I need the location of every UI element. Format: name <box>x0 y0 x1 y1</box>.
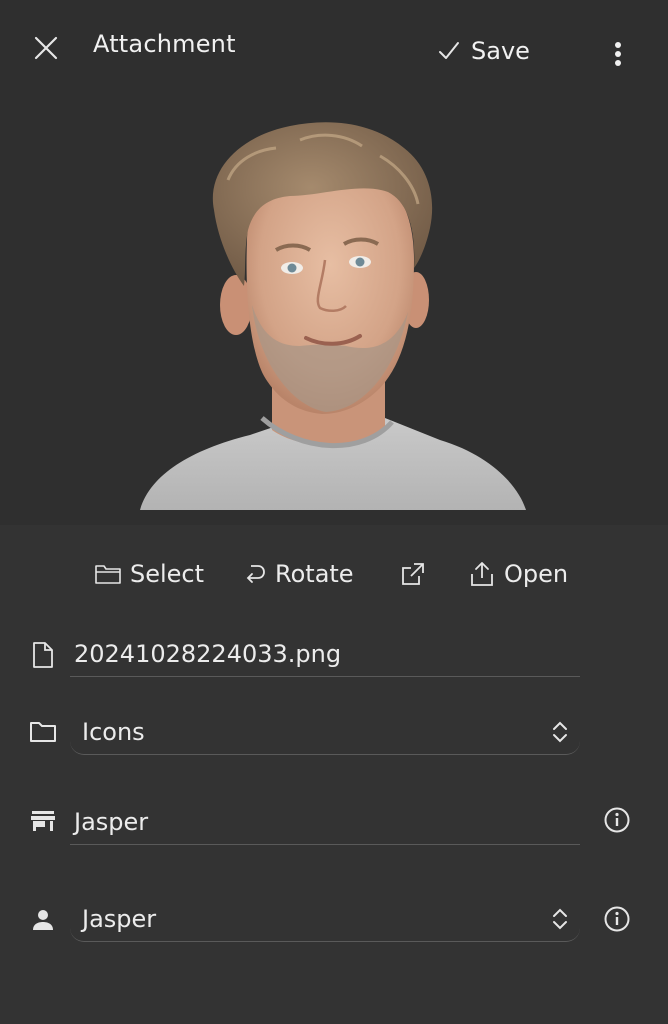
more-options-button[interactable] <box>600 36 636 72</box>
file-icon <box>28 640 58 670</box>
folder-value: Icons <box>82 718 145 746</box>
page-title: Attachment <box>93 30 236 58</box>
store-field[interactable]: Jasper <box>70 800 580 845</box>
unfold-icon <box>553 721 567 743</box>
close-button[interactable] <box>26 28 66 68</box>
image-preview[interactable] <box>0 100 668 525</box>
external-link-icon <box>402 563 424 585</box>
folder-select[interactable]: Icons <box>70 710 580 755</box>
store-info-button[interactable] <box>603 806 633 836</box>
more-vert-icon <box>615 42 621 66</box>
portrait-photo <box>140 122 526 510</box>
attachment-actions: Select Rotate Open <box>0 552 668 596</box>
info-icon <box>604 906 630 932</box>
info-icon <box>604 807 630 833</box>
select-label: Select <box>130 560 205 588</box>
open-button[interactable]: Open <box>468 552 568 596</box>
external-link-button[interactable] <box>400 552 426 596</box>
store-icon <box>28 806 58 836</box>
save-label: Save <box>471 37 530 65</box>
close-icon <box>34 36 58 60</box>
person-icon <box>28 905 58 935</box>
rotate-label: Rotate <box>275 560 354 588</box>
check-icon <box>439 42 459 59</box>
rotate-button[interactable]: Rotate <box>243 552 354 596</box>
store-value: Jasper <box>74 808 149 836</box>
person-value: Jasper <box>82 905 157 933</box>
share-icon <box>471 562 493 586</box>
unfold-icon <box>553 908 567 930</box>
select-button[interactable]: Select <box>94 552 204 596</box>
person-select[interactable]: Jasper <box>70 897 580 942</box>
app-bar: Attachment Save <box>0 0 668 100</box>
filename-field[interactable]: 20241028224033.png <box>70 632 580 677</box>
open-label: Open <box>504 560 569 588</box>
person-info-button[interactable] <box>603 905 633 935</box>
rotate-icon <box>246 565 265 583</box>
folder-icon <box>28 717 58 747</box>
folder-open-icon <box>95 565 121 584</box>
save-button[interactable]: Save <box>437 33 530 69</box>
filename-value: 20241028224033.png <box>74 640 342 668</box>
